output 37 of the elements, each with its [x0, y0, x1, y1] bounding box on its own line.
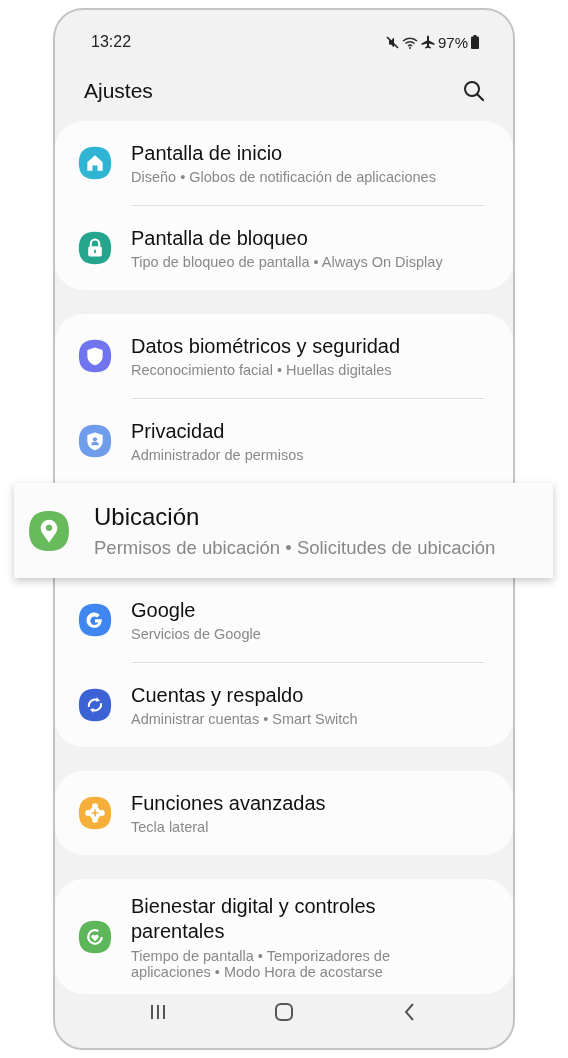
home-button[interactable] [274, 1002, 294, 1022]
item-subtitle: Administrar cuentas • Smart Switch [131, 710, 358, 727]
settings-item[interactable]: Cuentas y respaldo Administrar cuentas • Smart Switch [55, 663, 513, 747]
page-title: Ajustes [84, 79, 153, 103]
battery-icon [471, 35, 479, 49]
item-title: Bienestar digital y controles parentales [131, 893, 377, 944]
settings-item[interactable]: Funciones avanzadas Tecla lateral [55, 771, 513, 855]
settings-item[interactable]: Pantalla de inicio Diseño • Globos de notificación de aplicaciones [55, 121, 513, 205]
highlighted-settings-item[interactable]: Ubicación Permisos de ubicación • Solicitudes de ubicación [14, 483, 553, 578]
item-subtitle: Servicios de Google [131, 625, 261, 642]
item-title: Pantalla de bloqueo [131, 226, 309, 250]
item-subtitle: Tecla lateral [131, 818, 210, 835]
item-title: Pantalla de inicio [131, 141, 284, 165]
item-subtitle: Tiempo de pantalla • Temporizadores de aplicaciones • Modo Hora de acostarse [131, 947, 391, 980]
battery-percent: 97% [437, 33, 468, 51]
settings-item[interactable]: Bienestar digital y controles parentales Tiempo de pantalla • Temporizadores de aplicaciones • Modo Hora de acostarse [55, 879, 513, 994]
item-title: Funciones avanzadas [131, 791, 326, 815]
settings-item[interactable]: Google Servicios de Google [55, 578, 513, 662]
item-title: Cuentas y respaldo [131, 683, 305, 707]
item-subtitle: Reconocimiento facial • Huellas digitales [131, 361, 393, 378]
item-title: Google [131, 598, 197, 622]
item-subtitle: Tipo de bloqueo de pantalla • Always On Display [131, 253, 443, 270]
mute-icon [385, 35, 399, 49]
settings-item[interactable]: Privacidad Administrador de permisos [55, 399, 513, 483]
item-title: Datos biométricos y seguridad [131, 334, 400, 358]
wifi-icon [401, 35, 418, 49]
item-subtitle: Diseño • Globos de notificación de aplicaciones [131, 168, 436, 185]
airplane-icon [420, 35, 435, 49]
recent-apps-button[interactable] [148, 1002, 168, 1022]
item-subtitle: Permisos de ubicación • Solicitudes de ubicación [94, 536, 496, 559]
item-title: Privacidad [131, 419, 226, 443]
item-title: Ubicación [94, 502, 201, 531]
settings-item[interactable]: Datos biométricos y seguridad Reconocimiento facial • Huellas digitales [55, 314, 513, 398]
search-button[interactable] [461, 78, 487, 104]
item-subtitle: Administrador de permisos [131, 446, 304, 463]
status-time: 13:22 [91, 33, 132, 51]
settings-item[interactable]: Pantalla de bloqueo Tipo de bloqueo de pantalla • Always On Display [55, 206, 513, 290]
